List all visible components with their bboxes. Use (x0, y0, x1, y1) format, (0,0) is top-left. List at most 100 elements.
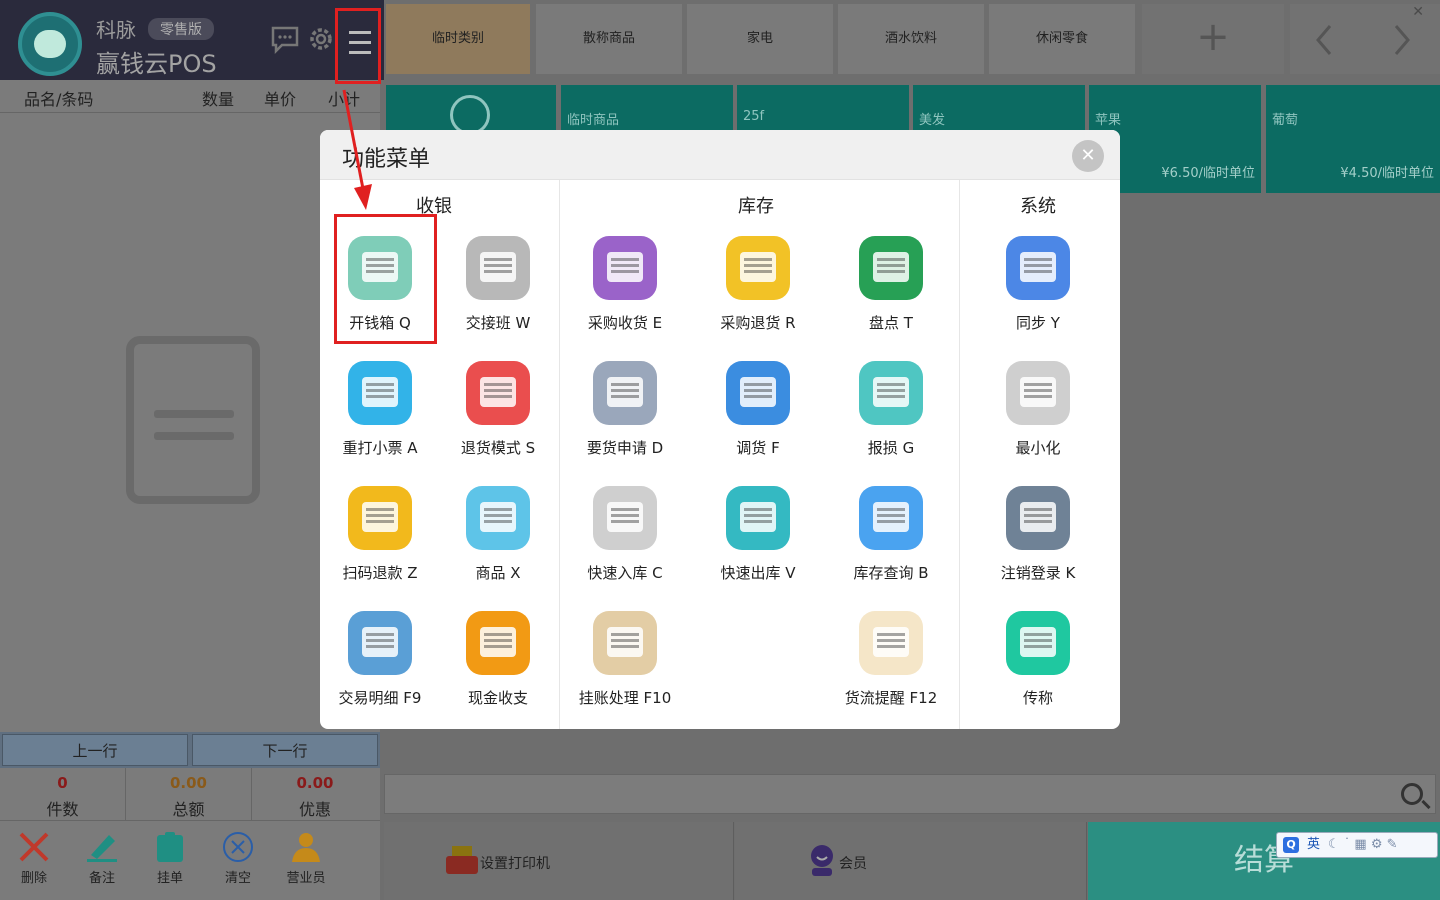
category-tab-appliances[interactable]: 家电 (687, 4, 833, 74)
printer-settings-button[interactable]: 设置打印机 (384, 822, 734, 900)
function-item-label: 盘点 T (869, 314, 913, 332)
function-menu-button[interactable] (335, 8, 381, 84)
section-divider (559, 180, 560, 729)
section-inventory: 库存 (738, 196, 774, 217)
dialog-header: 功能菜单 ✕ (320, 130, 1120, 180)
function-item-credit-account[interactable]: 挂账处理 F10 (565, 611, 685, 721)
chevron-right-icon[interactable] (1392, 24, 1412, 56)
scan-refund-icon (348, 486, 412, 550)
function-item-label: 现金收支 (467, 689, 528, 707)
edition-badge: 零售版 (148, 18, 214, 40)
function-item-scale-transfer[interactable]: 传称 (978, 611, 1098, 721)
dialog-close-icon[interactable]: ✕ (1072, 140, 1104, 172)
function-item-request-goods[interactable]: 要货申请 D (565, 361, 685, 471)
cart-summary: 0 件数 0.00 总额 0.00 优惠 (0, 768, 380, 820)
message-icon[interactable] (270, 24, 300, 54)
function-item-minimize[interactable]: 最小化 (978, 361, 1098, 471)
function-item-label: 扫码退款 Z (342, 564, 418, 582)
logistics-reminder-icon (859, 611, 923, 675)
stock-search-icon (859, 486, 923, 550)
salesperson-label: 营业员 (286, 871, 326, 886)
printer-settings-label: 设置打印机 (480, 856, 550, 872)
function-item-transfer[interactable]: 调货 F (698, 361, 818, 471)
delete-icon (19, 832, 49, 862)
item-count-value: 0 (57, 774, 68, 792)
hold-order-label: 挂单 (156, 871, 183, 886)
next-row-button[interactable]: 下一行 (192, 734, 378, 766)
function-item-purchase-return[interactable]: 采购退货 R (698, 236, 818, 346)
function-item-label: 交易明细 F9 (338, 689, 422, 707)
item-count-label: 件数 (46, 800, 79, 819)
loading-ring-icon (450, 95, 490, 135)
category-tab-weighed[interactable]: 散称商品 (536, 4, 682, 74)
settings-gear-icon[interactable] (306, 24, 336, 54)
damage-report-icon (859, 361, 923, 425)
ime-language[interactable]: 英 (1307, 837, 1320, 852)
function-item-purchase-receive[interactable]: 采购收货 E (565, 236, 685, 346)
window-close-icon[interactable]: ✕ (1412, 4, 1424, 20)
prev-row-button[interactable]: 上一行 (2, 734, 188, 766)
cash-flow-icon (466, 611, 530, 675)
annotation-arrow (342, 89, 372, 210)
search-icon[interactable] (1401, 783, 1423, 805)
member-button[interactable]: 会员 (735, 822, 1087, 900)
category-tab-temp[interactable]: 临时类别 (386, 4, 530, 74)
note-label: 备注 (88, 871, 115, 886)
product-tile[interactable]: 葡萄 ¥4.50/临时单位 (1266, 85, 1440, 193)
note-button[interactable]: 备注 (72, 831, 132, 886)
add-category-button[interactable]: + (1142, 4, 1284, 74)
empty-cart-icon (126, 336, 260, 504)
logout-power-icon (1006, 486, 1070, 550)
function-item-goods-basket[interactable]: 商品 X (438, 486, 558, 596)
function-item-scan-refund[interactable]: 扫码退款 Z (320, 486, 440, 596)
function-item-label: 快速出库 V (720, 564, 796, 582)
section-divider (959, 180, 960, 729)
hold-order-button[interactable]: 挂单 (140, 831, 200, 886)
function-item-quick-stock-in[interactable]: 快速入库 C (565, 486, 685, 596)
category-tab-snacks[interactable]: 休闲零食 (989, 4, 1135, 74)
reprint-receipt-icon (348, 361, 412, 425)
sync-cloud-icon (1006, 236, 1070, 300)
function-menu-dialog: 功能菜单 ✕ 收银 库存 系统 开钱箱 Q 交接班 W 采购收货 E 采购退货 R 盘点… (320, 130, 1120, 729)
total-amount-label: 总额 (172, 800, 205, 819)
function-item-label: 报损 G (867, 439, 915, 457)
function-item-shift-handover[interactable]: 交接班 W (438, 236, 558, 346)
ime-logo-icon: Q (1283, 837, 1299, 853)
clear-icon (223, 832, 253, 862)
function-item-reprint-receipt[interactable]: 重打小票 A (320, 361, 440, 471)
function-item-damage-report[interactable]: 报损 G (831, 361, 951, 471)
shift-handover-icon (466, 236, 530, 300)
plus-icon: + (1196, 14, 1230, 60)
return-mode-icon (466, 361, 530, 425)
chevron-left-icon[interactable] (1314, 24, 1334, 56)
column-name: 品名/条码 (24, 90, 94, 109)
product-search-input[interactable] (384, 774, 1436, 814)
discount: 0.00 优惠 (252, 768, 378, 820)
function-item-return-mode[interactable]: 退货模式 S (438, 361, 558, 471)
function-item-transaction-detail[interactable]: 交易明细 F9 (320, 611, 440, 721)
function-item-stocktake[interactable]: 盘点 T (831, 236, 951, 346)
delete-label: 删除 (20, 871, 47, 886)
function-item-quick-stock-out[interactable]: 快速出库 V (698, 486, 818, 596)
function-item-cash-flow[interactable]: 现金收支 (438, 611, 558, 721)
function-item-label: 传称 (1022, 689, 1053, 707)
function-item-label: 库存查询 B (853, 564, 929, 582)
product-name: 赢钱云POS (96, 50, 217, 78)
function-item-label: 同步 Y (1016, 314, 1060, 332)
note-icon (87, 835, 117, 862)
salesperson-button[interactable]: 营业员 (276, 831, 336, 886)
delete-button[interactable]: 删除 (4, 831, 64, 886)
app-logo (18, 12, 82, 76)
cart-column-headers: 品名/条码 数量 单价 小计 (0, 82, 380, 112)
function-item-sync-cloud[interactable]: 同步 Y (978, 236, 1098, 346)
category-tab-drinks[interactable]: 酒水饮料 (838, 4, 984, 74)
divider (0, 112, 380, 113)
ime-toolbar[interactable]: Q 英 ☾ ˙ ▦ ⚙ ✎ (1276, 832, 1438, 858)
function-item-stock-search[interactable]: 库存查询 B (831, 486, 951, 596)
clear-button[interactable]: 清空 (208, 831, 268, 886)
function-item-logistics-reminder[interactable]: 货流提醒 F12 (831, 611, 951, 721)
total-amount-value: 0.00 (169, 774, 207, 792)
minimize-icon (1006, 361, 1070, 425)
product-price: ¥6.50/临时单位 (1161, 166, 1255, 181)
function-item-logout-power[interactable]: 注销登录 K (978, 486, 1098, 596)
